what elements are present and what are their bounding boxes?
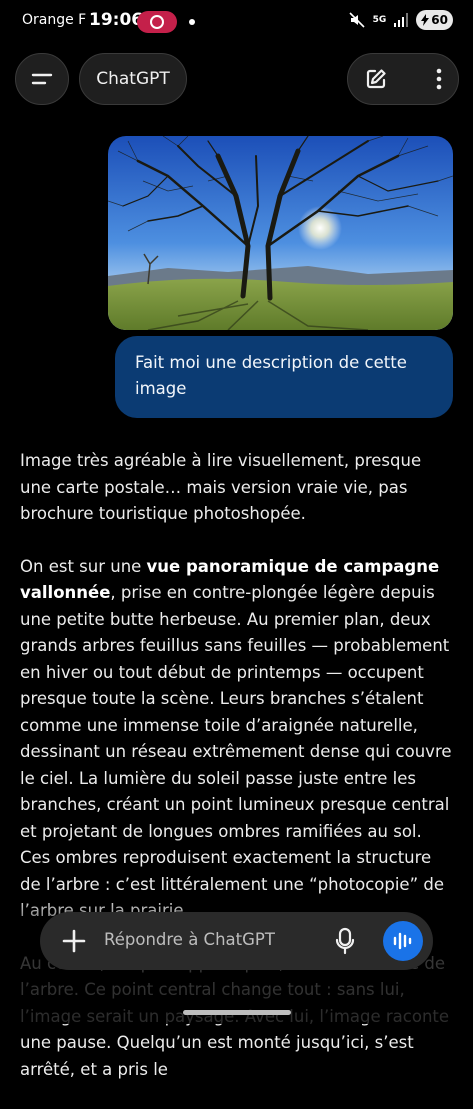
status-bar: Orange F 19:06 5G 60 bbox=[0, 0, 473, 44]
home-indicator[interactable] bbox=[183, 1010, 291, 1015]
charging-icon bbox=[421, 14, 430, 26]
clock: 19:06 bbox=[89, 10, 144, 30]
landscape-trees-image bbox=[108, 136, 453, 330]
voice-mode-button[interactable] bbox=[383, 921, 423, 961]
battery-indicator: 60 bbox=[416, 10, 453, 30]
network-5g-icon: 5G bbox=[372, 15, 387, 25]
signal-icon bbox=[394, 13, 409, 27]
microphone-icon[interactable] bbox=[335, 927, 355, 955]
notification-dot-icon bbox=[189, 19, 195, 25]
model-title-button[interactable]: ChatGPT bbox=[79, 53, 187, 105]
message-composer: Répondre à ChatGPT bbox=[40, 912, 433, 970]
assistant-paragraph-1: Image très agréable à lire visuellement,… bbox=[20, 451, 422, 523]
chatgpt-active-pill[interactable] bbox=[137, 11, 177, 33]
carrier-name: Orange F bbox=[22, 12, 87, 28]
add-attachment-icon[interactable] bbox=[60, 927, 88, 955]
header-actions bbox=[347, 53, 459, 105]
more-options-icon[interactable] bbox=[436, 68, 442, 90]
voice-waveform-icon bbox=[393, 932, 412, 950]
mute-icon bbox=[349, 12, 365, 28]
assistant-paragraph-2: On est sur une vue panoramique de campag… bbox=[20, 554, 454, 925]
battery-level: 60 bbox=[431, 13, 448, 27]
assistant-text: On est sur une bbox=[20, 556, 147, 576]
message-input[interactable]: Répondre à ChatGPT bbox=[104, 930, 275, 949]
assistant-text: , prise en contre-plongée légère depuis … bbox=[20, 583, 452, 920]
menu-icon bbox=[31, 73, 53, 85]
system-icons: 5G 60 bbox=[349, 10, 453, 30]
new-chat-icon[interactable] bbox=[364, 67, 388, 91]
user-message-bubble: Fait moi une description de cette image bbox=[115, 336, 453, 418]
attached-photo[interactable] bbox=[108, 136, 453, 330]
chatgpt-logo-icon bbox=[150, 15, 164, 29]
sidebar-menu-button[interactable] bbox=[15, 53, 69, 105]
